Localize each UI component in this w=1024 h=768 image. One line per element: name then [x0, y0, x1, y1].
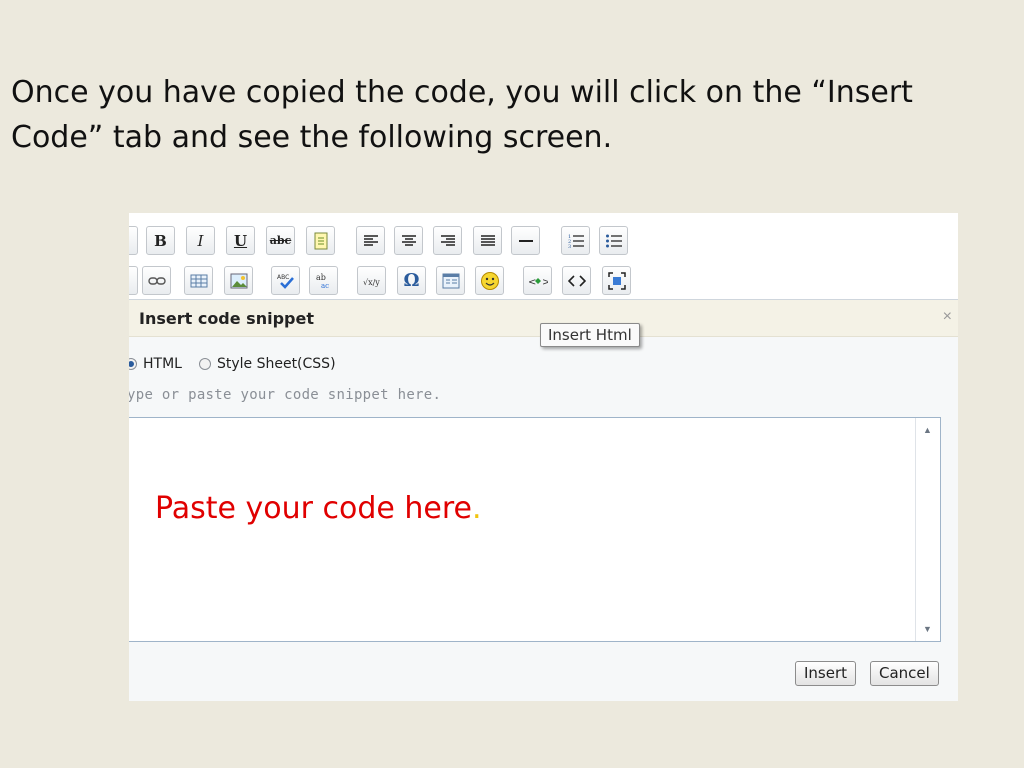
radio-css[interactable] — [198, 358, 211, 370]
spellcheck-icon: ABC — [277, 274, 294, 289]
insert-emoticon-button[interactable] — [475, 266, 504, 295]
strikethrough-button[interactable]: abc — [266, 226, 295, 255]
radio-html[interactable] — [129, 358, 137, 370]
html-tag-icon: < > — [528, 277, 548, 286]
fullscreen-icon — [607, 271, 626, 290]
svg-text:3: 3 — [568, 244, 571, 249]
svg-text:<: < — [528, 277, 536, 286]
insert-code-button[interactable] — [562, 266, 591, 295]
dialog-title: Insert code snippet — [139, 309, 314, 328]
unordered-list-button[interactable] — [599, 226, 628, 255]
partial-button-icon-2[interactable] — [129, 266, 138, 295]
dialog-body: HTML Style Sheet(CSS) ype or paste your … — [129, 337, 958, 701]
find-replace-icon: abac — [316, 273, 329, 290]
horizontal-rule-icon — [518, 239, 533, 242]
editor-toolbar: B I U abc 123 ABC ab ac √x/y Ω < > — [129, 213, 958, 300]
align-left-button[interactable] — [356, 226, 385, 255]
code-type-options: HTML Style Sheet(CSS) — [129, 355, 336, 373]
svg-text:ABC: ABC — [277, 274, 289, 281]
insert-table-button[interactable] — [184, 266, 213, 295]
document-icon — [314, 232, 327, 249]
bold-button[interactable]: B — [146, 226, 175, 255]
align-left-icon — [363, 234, 378, 246]
fullscreen-button[interactable] — [602, 266, 631, 295]
align-center-icon — [401, 234, 416, 246]
align-right-button[interactable] — [433, 226, 462, 255]
editor-screenshot: B I U abc 123 ABC ab ac √x/y Ω < > Inser… — [129, 213, 958, 701]
insert-button[interactable]: Insert — [795, 661, 857, 686]
insert-link-button[interactable] — [142, 266, 171, 295]
insert-image-button[interactable] — [224, 266, 253, 295]
justify-icon — [480, 234, 495, 246]
unordered-list-icon — [605, 234, 622, 247]
justify-button[interactable] — [473, 226, 502, 255]
underline-button[interactable]: U — [226, 226, 255, 255]
code-brackets-icon — [567, 274, 586, 287]
italic-button[interactable]: I — [186, 226, 215, 255]
radio-css-label: Style Sheet(CSS) — [216, 356, 336, 372]
link-icon — [147, 276, 166, 285]
close-icon[interactable]: × — [943, 308, 952, 326]
omega-icon: Ω — [403, 270, 420, 291]
align-center-button[interactable] — [394, 226, 423, 255]
code-textarea[interactable]: Paste your code here. ▲ ▼ — [129, 417, 941, 642]
align-right-icon — [440, 234, 455, 246]
horizontal-rule-button[interactable] — [511, 226, 540, 255]
partial-button-icon[interactable] — [129, 226, 138, 255]
code-hint: ype or paste your code snippet here. — [129, 387, 442, 403]
cancel-button[interactable]: Cancel — [870, 661, 939, 686]
pasted-code-placeholder: Paste your code here. — [155, 491, 482, 526]
caption-line-1: Once you have copied the code, you will … — [11, 75, 913, 110]
smiley-icon — [480, 271, 499, 290]
insert-html-tooltip: Insert Html — [540, 323, 640, 347]
insert-form-button[interactable] — [436, 266, 465, 295]
pasted-code-text: Paste your code here — [155, 491, 472, 526]
slide-caption: Once you have copied the code, you will … — [11, 70, 1011, 160]
ordered-list-button[interactable]: 123 — [561, 226, 590, 255]
textarea-scrollbar[interactable]: ▲ ▼ — [915, 418, 940, 641]
spellcheck-button[interactable]: ABC — [271, 266, 300, 295]
table-icon — [190, 274, 207, 287]
form-icon — [442, 273, 459, 288]
paste-text-button[interactable] — [306, 226, 335, 255]
pasted-code-dot: . — [472, 491, 482, 526]
formula-icon: √x/y — [363, 278, 380, 287]
insert-formula-button[interactable]: √x/y — [357, 266, 386, 295]
svg-text:√x/y: √x/y — [363, 278, 380, 287]
image-icon — [230, 273, 247, 288]
radio-html-label: HTML — [143, 356, 182, 372]
svg-text:>: > — [542, 277, 548, 286]
find-replace-button[interactable]: ab ac — [309, 266, 338, 295]
svg-text:ac: ac — [321, 282, 329, 290]
scroll-up-icon[interactable]: ▲ — [923, 425, 932, 435]
ordered-list-icon: 123 — [568, 234, 584, 249]
special-char-button[interactable]: Ω — [397, 266, 426, 295]
insert-html-button[interactable]: < > — [523, 266, 552, 295]
scroll-down-icon[interactable]: ▼ — [923, 624, 932, 634]
svg-text:ab: ab — [316, 273, 326, 282]
caption-line-2: Code” tab and see the following screen. — [11, 120, 613, 155]
